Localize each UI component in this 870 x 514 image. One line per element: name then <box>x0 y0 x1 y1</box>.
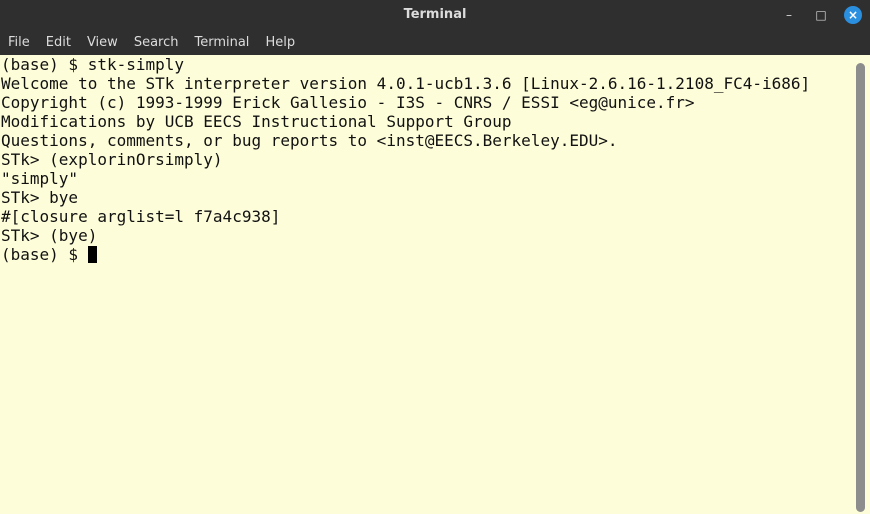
terminal-line: #[closure arglist=l f7a4c938] <box>1 207 281 226</box>
terminal-line: Copyright (c) 1993-1999 Erick Gallesio -… <box>1 93 695 112</box>
title-bar[interactable]: Terminal – □ × <box>0 0 870 30</box>
window-title: Terminal <box>403 7 467 22</box>
menu-view[interactable]: View <box>79 30 126 55</box>
terminal-line: Questions, comments, or bug reports to <… <box>1 131 618 150</box>
menu-edit[interactable]: Edit <box>38 30 79 55</box>
text-cursor <box>87 246 97 263</box>
scrollbar-thumb[interactable] <box>856 63 865 512</box>
terminal-line: Welcome to the STk interpreter version 4… <box>1 74 811 93</box>
terminal-line: STk> bye <box>1 188 79 207</box>
scrollbar[interactable] <box>852 55 870 514</box>
menu-terminal[interactable]: Terminal <box>186 30 257 55</box>
terminal-window: Terminal – □ × File Edit View Search Ter… <box>0 0 870 514</box>
menu-help[interactable]: Help <box>257 30 303 55</box>
maximize-icon[interactable]: □ <box>812 6 830 24</box>
terminal-line: STk> (bye) <box>1 226 98 245</box>
shell-prompt: (base) $ <box>1 245 88 264</box>
terminal-output[interactable]: (base) $ stk-simply Welcome to the STk i… <box>0 55 852 514</box>
terminal-line: STk> (explorinOrsimply) <box>1 150 223 169</box>
prompt-line[interactable]: (base) $ <box>0 245 852 264</box>
window-controls: – □ × <box>780 0 862 30</box>
terminal-line: (base) $ stk-simply <box>1 55 185 74</box>
menu-bar: File Edit View Search Terminal Help <box>0 30 870 55</box>
minimize-icon[interactable]: – <box>780 6 798 24</box>
terminal-line: "simply" <box>1 169 79 188</box>
menu-search[interactable]: Search <box>126 30 187 55</box>
terminal-line: Modifications by UCB EECS Instructional … <box>1 112 512 131</box>
close-icon[interactable]: × <box>844 6 862 24</box>
menu-file[interactable]: File <box>0 30 38 55</box>
